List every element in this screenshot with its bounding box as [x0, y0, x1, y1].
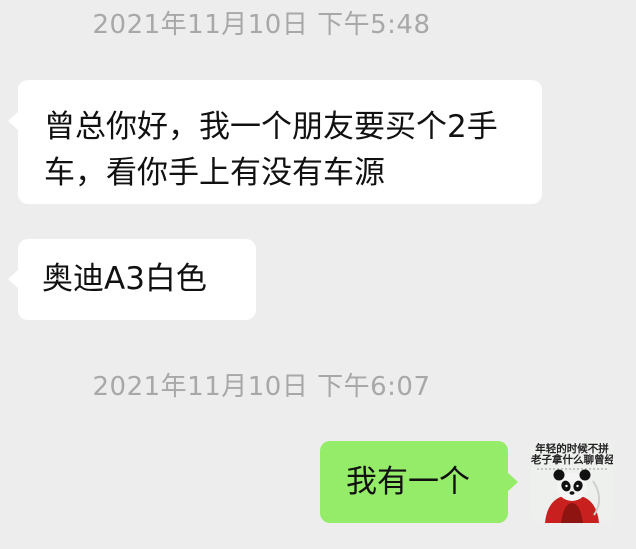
avatar-caption: 老子拿什么聊曾经 — [531, 454, 613, 466]
timestamp: 2021年11月10日 下午6:07 — [92, 372, 431, 402]
incoming-message-bubble[interactable]: 奥迪A3白色 — [8, 239, 256, 320]
message-text: 曾总你好，我一个朋友要买个2手车，看你手上有没有车源 — [44, 109, 498, 191]
outgoing-message-bubble[interactable]: 我有一个 — [320, 441, 518, 523]
bubble-tail — [507, 472, 518, 492]
timestamp: 2021年11月10日 下午5:48 — [92, 10, 431, 40]
incoming-message-bubble[interactable]: 曾总你好，我一个朋友要买个2手车，看你手上有没有车源 — [8, 80, 542, 204]
user-avatar[interactable]: 年轻的时候不拼 老子拿什么聊曾经 — [531, 441, 613, 523]
message-text: 我有一个 — [346, 464, 470, 500]
bubble-tail — [8, 269, 19, 289]
bubble-tail — [8, 111, 19, 131]
message-text: 奥迪A3白色 — [42, 261, 207, 297]
